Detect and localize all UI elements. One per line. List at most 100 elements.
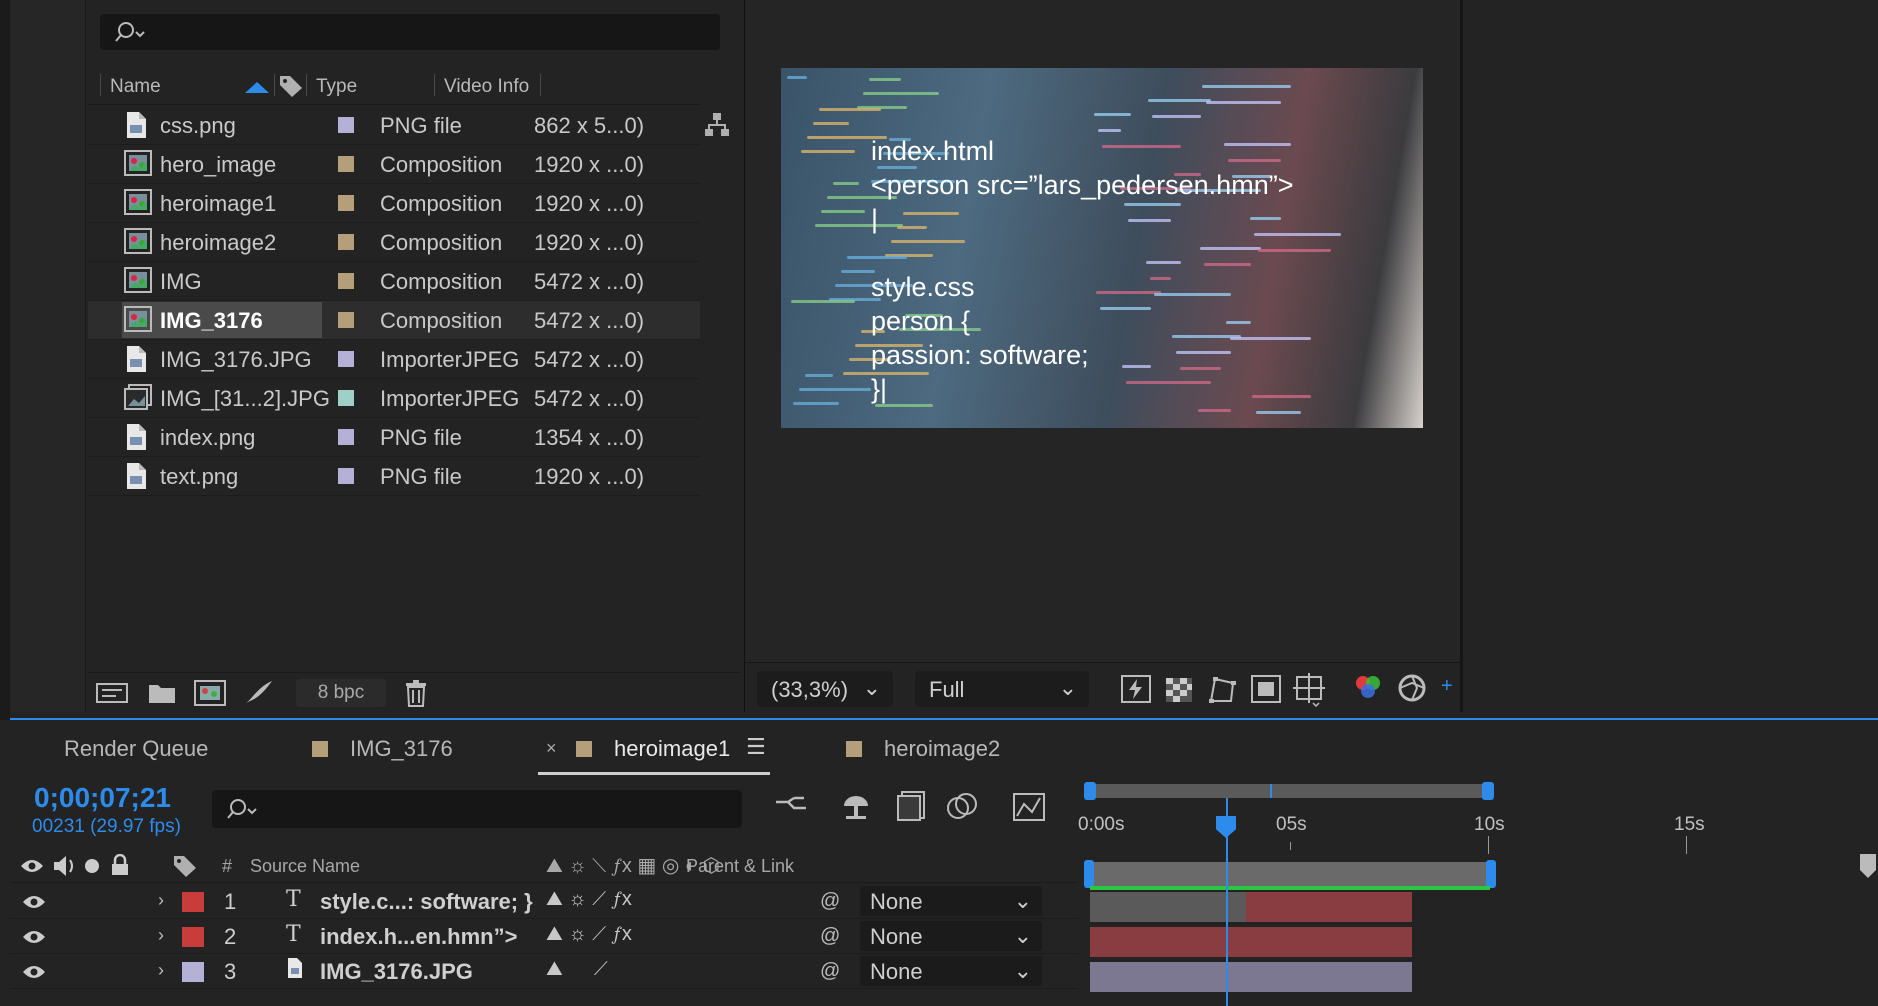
solo-icon[interactable] — [84, 858, 100, 874]
current-time-display[interactable]: 0;00;07;21 — [34, 782, 171, 814]
navigator-start-handle[interactable] — [1084, 782, 1096, 800]
new-folder-icon[interactable] — [148, 681, 176, 705]
time-navigator-bar[interactable] — [1090, 784, 1490, 798]
sort-ascending-icon[interactable] — [244, 80, 270, 94]
pick-whip-icon[interactable]: @ — [820, 960, 840, 983]
tab-render-queue[interactable]: Render Queue — [64, 736, 208, 762]
layer-switches[interactable]: ⛰ ☼ ⟋ 𝑓x — [546, 923, 632, 946]
label-tag-icon[interactable] — [278, 74, 304, 98]
project-item-row[interactable]: heroimage2 Composition 1920 x ...0) — [88, 223, 700, 262]
layer-duration-bar[interactable] — [1246, 892, 1412, 922]
project-settings-icon[interactable] — [244, 679, 274, 707]
interpret-footage-icon[interactable] — [96, 681, 128, 705]
exposure-reset-icon[interactable] — [1397, 673, 1427, 703]
video-visibility-icon[interactable] — [20, 858, 44, 874]
resolution-dropdown[interactable]: Full ⌄ — [915, 671, 1089, 707]
work-area-end-handle[interactable] — [1486, 860, 1496, 888]
zoom-dropdown[interactable]: (33,3%) ⌄ — [757, 671, 893, 707]
label-color-swatch[interactable] — [338, 351, 354, 367]
parent-dropdown[interactable]: None ⌄ — [860, 921, 1042, 951]
audio-icon[interactable] — [52, 854, 78, 878]
composition-preview[interactable]: index.html <person src=”lars_pedersen.hm… — [781, 68, 1423, 428]
parent-dropdown[interactable]: None ⌄ — [860, 886, 1042, 916]
project-item-row[interactable]: IMG Composition 5472 x ...0) — [88, 262, 700, 301]
panel-menu-icon[interactable]: ☰ — [746, 734, 766, 760]
visibility-eye-icon[interactable] — [22, 925, 46, 951]
work-area-bar[interactable] — [1090, 862, 1490, 886]
layer-row[interactable]: › 1 Tstyle.c...: software; } ⛰ ☼ ⟋ 𝑓x @ None ⌄ — [10, 884, 1078, 919]
layer-switches[interactable]: ⛰ ☼ ⟋ 𝑓x — [546, 888, 632, 911]
label-color-swatch[interactable] — [338, 195, 354, 211]
close-tab-icon[interactable]: × — [546, 738, 557, 759]
draft-3d-icon[interactable] — [840, 792, 872, 822]
bit-depth-button[interactable]: 8 bpc — [296, 679, 386, 707]
layer-label-color[interactable] — [182, 962, 204, 982]
timeline-search-input[interactable] — [212, 790, 742, 828]
region-of-interest-icon[interactable] — [1251, 675, 1281, 703]
flowchart-icon[interactable] — [704, 112, 730, 138]
empty-panel — [1460, 0, 1878, 712]
layer-row[interactable]: › 3 IMG_3176.JPG ⛰ ⟋ @ None ⌄ — [10, 954, 1078, 989]
layer-label-color[interactable] — [182, 927, 204, 947]
chevron-down-icon: ⌄ — [1013, 888, 1032, 913]
source-name-header[interactable]: Source Name — [250, 856, 360, 877]
navigator-end-handle[interactable] — [1482, 782, 1494, 800]
new-composition-icon[interactable] — [194, 679, 226, 707]
label-color-swatch[interactable] — [338, 390, 354, 406]
project-item-row[interactable]: heroimage1 Composition 1920 x ...0) — [88, 184, 700, 223]
transparency-grid-icon[interactable] — [1165, 677, 1193, 703]
composition-mini-flowchart-icon[interactable] — [774, 794, 808, 822]
comp-marker-bin-icon[interactable] — [1858, 852, 1878, 882]
expand-chevron-icon[interactable]: › — [158, 890, 164, 911]
graph-editor-icon[interactable] — [1012, 790, 1046, 822]
mask-visibility-icon[interactable] — [1207, 675, 1237, 703]
fast-preview-icon[interactable] — [1121, 675, 1151, 703]
pick-whip-icon[interactable]: @ — [820, 925, 840, 948]
label-color-swatch[interactable] — [338, 156, 354, 172]
work-area-start-handle[interactable] — [1084, 860, 1094, 888]
hide-shy-layers-icon[interactable] — [896, 790, 926, 822]
tab-heroimage1[interactable]: heroimage1 — [576, 736, 730, 762]
grid-guides-icon[interactable] — [1293, 673, 1325, 707]
ruler-label-10: 10s — [1474, 814, 1505, 835]
tab-heroimage2[interactable]: heroimage2 — [846, 736, 1000, 762]
layer-switches[interactable]: ⛰ ⟋ — [546, 958, 608, 981]
trash-icon[interactable] — [404, 679, 428, 707]
project-item-row[interactable]: IMG_3176 Composition 5472 x ...0) — [88, 301, 700, 340]
layer-label-color[interactable] — [182, 892, 204, 912]
label-tag-icon[interactable] — [172, 854, 198, 878]
layer-duration-bar[interactable] — [1090, 962, 1412, 992]
parent-link-header[interactable]: Parent & Link — [686, 856, 794, 877]
project-item-row[interactable]: IMG_[31...2].JPG ImporterJPEG 5472 x ...0) — [88, 379, 700, 418]
parent-dropdown[interactable]: None ⌄ — [860, 956, 1042, 986]
expand-chevron-icon[interactable]: › — [158, 925, 164, 946]
visibility-eye-icon[interactable] — [22, 890, 46, 916]
column-header-name[interactable]: Name — [110, 76, 161, 98]
column-header-video-info[interactable]: Video Info — [444, 76, 529, 98]
label-color-swatch[interactable] — [338, 312, 354, 328]
expand-chevron-icon[interactable]: › — [158, 960, 164, 981]
label-color-swatch[interactable] — [338, 234, 354, 250]
column-header-type[interactable]: Type — [316, 76, 357, 98]
time-ruler[interactable]: 0:00s 05s 10s 15s — [1078, 776, 1878, 888]
lock-icon[interactable] — [110, 854, 130, 876]
add-icon[interactable]: + — [1441, 675, 1453, 698]
project-item-row[interactable]: text.png PNG file 1920 x ...0) — [88, 457, 700, 496]
pick-whip-icon[interactable]: @ — [820, 890, 840, 913]
label-color-swatch[interactable] — [338, 429, 354, 445]
frame-blending-icon[interactable] — [946, 792, 978, 822]
layer-row[interactable]: › 2 Tindex.h...en.hmn”> ⛰ ☼ ⟋ 𝑓x @ None ⌄ — [10, 919, 1078, 954]
project-search-input[interactable] — [100, 14, 720, 50]
label-color-swatch[interactable] — [338, 468, 354, 484]
project-item-row[interactable]: hero_image Composition 1920 x ...0) — [88, 145, 700, 184]
project-item-row[interactable]: IMG_3176.JPG ImporterJPEG 5472 x ...0) — [88, 340, 700, 379]
layer-duration-bar[interactable] — [1090, 892, 1246, 922]
project-item-row[interactable]: index.png PNG file 1354 x ...0) — [88, 418, 700, 457]
visibility-eye-icon[interactable] — [22, 960, 46, 986]
label-color-swatch[interactable] — [338, 117, 354, 133]
tab-img-3176[interactable]: IMG_3176 — [312, 736, 453, 762]
label-color-swatch[interactable] — [338, 273, 354, 289]
channel-rgb-icon[interactable] — [1353, 673, 1383, 703]
project-item-row[interactable]: css.png PNG file 862 x 5...0) — [88, 106, 700, 145]
layer-duration-bar[interactable] — [1090, 927, 1412, 957]
